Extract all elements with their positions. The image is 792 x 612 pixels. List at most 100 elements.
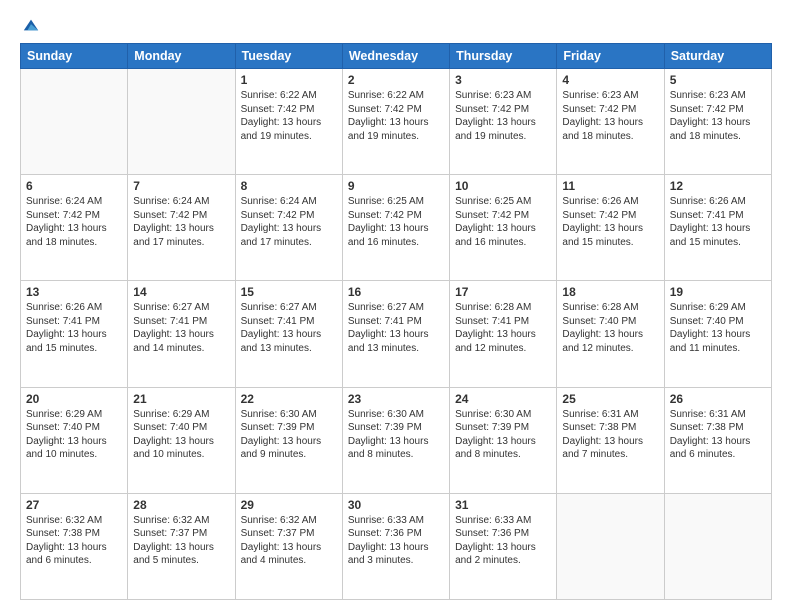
calendar-cell: 26 Sunrise: 6:31 AM Sunset: 7:38 PM Dayli… xyxy=(664,387,771,493)
day-header-monday: Monday xyxy=(128,44,235,69)
cell-info: Sunrise: 6:32 AM Sunset: 7:38 PM Dayligh… xyxy=(26,514,122,568)
day-number: 1 xyxy=(241,73,337,87)
calendar-cell: 13 Sunrise: 6:26 AM Sunset: 7:41 PM Dayli… xyxy=(21,281,128,387)
cell-info: Sunrise: 6:28 AM Sunset: 7:40 PM Dayligh… xyxy=(562,301,658,355)
calendar-cell: 28 Sunrise: 6:32 AM Sunset: 7:37 PM Dayli… xyxy=(128,493,235,599)
calendar-cell: 10 Sunrise: 6:25 AM Sunset: 7:42 PM Dayli… xyxy=(450,175,557,281)
day-number: 18 xyxy=(562,285,658,299)
day-number: 15 xyxy=(241,285,337,299)
week-row-0: 1 Sunrise: 6:22 AM Sunset: 7:42 PM Daylig… xyxy=(21,69,772,175)
cell-info: Sunrise: 6:22 AM Sunset: 7:42 PM Dayligh… xyxy=(348,89,444,143)
cell-info: Sunrise: 6:26 AM Sunset: 7:41 PM Dayligh… xyxy=(670,195,766,249)
week-row-3: 20 Sunrise: 6:29 AM Sunset: 7:40 PM Dayli… xyxy=(21,387,772,493)
calendar-cell: 25 Sunrise: 6:31 AM Sunset: 7:38 PM Dayli… xyxy=(557,387,664,493)
cell-info: Sunrise: 6:29 AM Sunset: 7:40 PM Dayligh… xyxy=(670,301,766,355)
logo-icon xyxy=(22,16,40,34)
day-number: 16 xyxy=(348,285,444,299)
calendar-cell: 18 Sunrise: 6:28 AM Sunset: 7:40 PM Dayli… xyxy=(557,281,664,387)
cell-info: Sunrise: 6:24 AM Sunset: 7:42 PM Dayligh… xyxy=(26,195,122,249)
day-header-friday: Friday xyxy=(557,44,664,69)
cell-info: Sunrise: 6:29 AM Sunset: 7:40 PM Dayligh… xyxy=(133,408,229,462)
logo-text xyxy=(20,18,40,36)
day-number: 3 xyxy=(455,73,551,87)
calendar-cell: 16 Sunrise: 6:27 AM Sunset: 7:41 PM Dayli… xyxy=(342,281,449,387)
day-number: 31 xyxy=(455,498,551,512)
cell-info: Sunrise: 6:25 AM Sunset: 7:42 PM Dayligh… xyxy=(455,195,551,249)
cell-info: Sunrise: 6:33 AM Sunset: 7:36 PM Dayligh… xyxy=(348,514,444,568)
day-header-sunday: Sunday xyxy=(21,44,128,69)
day-number: 22 xyxy=(241,392,337,406)
cell-info: Sunrise: 6:24 AM Sunset: 7:42 PM Dayligh… xyxy=(133,195,229,249)
cell-info: Sunrise: 6:25 AM Sunset: 7:42 PM Dayligh… xyxy=(348,195,444,249)
calendar-cell: 17 Sunrise: 6:28 AM Sunset: 7:41 PM Dayli… xyxy=(450,281,557,387)
day-header-tuesday: Tuesday xyxy=(235,44,342,69)
day-number: 26 xyxy=(670,392,766,406)
calendar-cell: 23 Sunrise: 6:30 AM Sunset: 7:39 PM Dayli… xyxy=(342,387,449,493)
calendar-cell: 21Sunrise: 6:29 AM Sunset: 7:40 PM Dayli… xyxy=(128,387,235,493)
cell-info: Sunrise: 6:28 AM Sunset: 7:41 PM Dayligh… xyxy=(455,301,551,355)
cell-info: Sunrise: 6:23 AM Sunset: 7:42 PM Dayligh… xyxy=(562,89,658,143)
cell-info: Sunrise: 6:27 AM Sunset: 7:41 PM Dayligh… xyxy=(348,301,444,355)
cell-info: Sunrise: 6:26 AM Sunset: 7:41 PM Dayligh… xyxy=(26,301,122,355)
day-number: 25 xyxy=(562,392,658,406)
day-number: 20 xyxy=(26,392,122,406)
day-number: 9 xyxy=(348,179,444,193)
page: SundayMondayTuesdayWednesdayThursdayFrid… xyxy=(0,0,792,612)
calendar-cell: 2Sunrise: 6:22 AM Sunset: 7:42 PM Daylig… xyxy=(342,69,449,175)
cell-info: Sunrise: 6:30 AM Sunset: 7:39 PM Dayligh… xyxy=(455,408,551,462)
day-number: 6 xyxy=(26,179,122,193)
logo xyxy=(20,18,40,33)
cell-info: Sunrise: 6:27 AM Sunset: 7:41 PM Dayligh… xyxy=(241,301,337,355)
cell-info: Sunrise: 6:32 AM Sunset: 7:37 PM Dayligh… xyxy=(133,514,229,568)
day-number: 29 xyxy=(241,498,337,512)
cell-info: Sunrise: 6:33 AM Sunset: 7:36 PM Dayligh… xyxy=(455,514,551,568)
day-number: 17 xyxy=(455,285,551,299)
calendar-cell: 22Sunrise: 6:30 AM Sunset: 7:39 PM Dayli… xyxy=(235,387,342,493)
calendar-cell: 7 Sunrise: 6:24 AM Sunset: 7:42 PM Daylig… xyxy=(128,175,235,281)
cell-info: Sunrise: 6:22 AM Sunset: 7:42 PM Dayligh… xyxy=(241,89,337,143)
cell-info: Sunrise: 6:23 AM Sunset: 7:42 PM Dayligh… xyxy=(455,89,551,143)
day-number: 5 xyxy=(670,73,766,87)
calendar-cell: 29 Sunrise: 6:32 AM Sunset: 7:37 PM Dayli… xyxy=(235,493,342,599)
day-number: 28 xyxy=(133,498,229,512)
cell-info: Sunrise: 6:31 AM Sunset: 7:38 PM Dayligh… xyxy=(562,408,658,462)
calendar-cell: 1 Sunrise: 6:22 AM Sunset: 7:42 PM Daylig… xyxy=(235,69,342,175)
calendar-cell: 4 Sunrise: 6:23 AM Sunset: 7:42 PM Daylig… xyxy=(557,69,664,175)
cell-info: Sunrise: 6:30 AM Sunset: 7:39 PM Dayligh… xyxy=(348,408,444,462)
cell-info: Sunrise: 6:26 AM Sunset: 7:42 PM Dayligh… xyxy=(562,195,658,249)
week-row-1: 6 Sunrise: 6:24 AM Sunset: 7:42 PM Daylig… xyxy=(21,175,772,281)
cell-info: Sunrise: 6:31 AM Sunset: 7:38 PM Dayligh… xyxy=(670,408,766,462)
calendar-cell: 19Sunrise: 6:29 AM Sunset: 7:40 PM Dayli… xyxy=(664,281,771,387)
calendar: SundayMondayTuesdayWednesdayThursdayFrid… xyxy=(20,43,772,600)
calendar-cell xyxy=(21,69,128,175)
calendar-cell: 6 Sunrise: 6:24 AM Sunset: 7:42 PM Daylig… xyxy=(21,175,128,281)
day-number: 24 xyxy=(455,392,551,406)
calendar-cell: 31 Sunrise: 6:33 AM Sunset: 7:36 PM Dayli… xyxy=(450,493,557,599)
calendar-cell: 27 Sunrise: 6:32 AM Sunset: 7:38 PM Dayli… xyxy=(21,493,128,599)
calendar-cell: 8 Sunrise: 6:24 AM Sunset: 7:42 PM Daylig… xyxy=(235,175,342,281)
calendar-cell xyxy=(664,493,771,599)
calendar-cell: 15 Sunrise: 6:27 AM Sunset: 7:41 PM Dayli… xyxy=(235,281,342,387)
day-number: 14 xyxy=(133,285,229,299)
day-number: 4 xyxy=(562,73,658,87)
day-number: 23 xyxy=(348,392,444,406)
day-number: 27 xyxy=(26,498,122,512)
cell-info: Sunrise: 6:24 AM Sunset: 7:42 PM Dayligh… xyxy=(241,195,337,249)
calendar-cell: 30Sunrise: 6:33 AM Sunset: 7:36 PM Dayli… xyxy=(342,493,449,599)
calendar-cell xyxy=(557,493,664,599)
cell-info: Sunrise: 6:32 AM Sunset: 7:37 PM Dayligh… xyxy=(241,514,337,568)
calendar-cell: 11Sunrise: 6:26 AM Sunset: 7:42 PM Dayli… xyxy=(557,175,664,281)
day-number: 13 xyxy=(26,285,122,299)
day-number: 12 xyxy=(670,179,766,193)
day-header-thursday: Thursday xyxy=(450,44,557,69)
calendar-header-row: SundayMondayTuesdayWednesdayThursdayFrid… xyxy=(21,44,772,69)
calendar-cell: 9 Sunrise: 6:25 AM Sunset: 7:42 PM Daylig… xyxy=(342,175,449,281)
calendar-cell: 3 Sunrise: 6:23 AM Sunset: 7:42 PM Daylig… xyxy=(450,69,557,175)
week-row-4: 27 Sunrise: 6:32 AM Sunset: 7:38 PM Dayli… xyxy=(21,493,772,599)
cell-info: Sunrise: 6:23 AM Sunset: 7:42 PM Dayligh… xyxy=(670,89,766,143)
day-number: 10 xyxy=(455,179,551,193)
day-number: 8 xyxy=(241,179,337,193)
cell-info: Sunrise: 6:27 AM Sunset: 7:41 PM Dayligh… xyxy=(133,301,229,355)
header xyxy=(20,18,772,33)
day-number: 7 xyxy=(133,179,229,193)
